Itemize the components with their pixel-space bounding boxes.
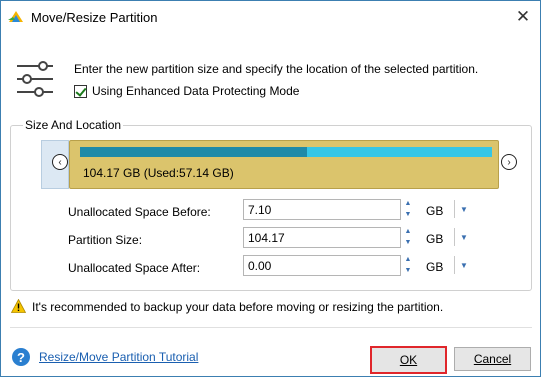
sliders-settings-icon	[17, 61, 53, 97]
spin-down-icon[interactable]: ▼	[405, 210, 412, 220]
unallocated-after-label: Unallocated Space After:	[68, 261, 201, 275]
move-resize-dialog: Move/Resize Partition ✕ Enter the new pa…	[0, 0, 541, 377]
unallocated-before-spinner[interactable]: ▲ ▼	[401, 199, 415, 220]
instruction-text: Enter the new partition size and specify…	[74, 62, 479, 76]
unit-dropdown-icon[interactable]: ▼	[460, 261, 468, 270]
unallocated-before-input[interactable]: 7.10	[243, 199, 401, 220]
unit-divider	[454, 256, 455, 274]
chevron-left-icon: ‹	[58, 156, 62, 168]
size-location-title: Size And Location	[23, 118, 124, 132]
unallocated-before-label: Unallocated Space Before:	[68, 205, 211, 219]
spin-up-icon[interactable]: ▲	[405, 227, 412, 237]
unit-divider	[454, 228, 455, 246]
move-right-button[interactable]: ›	[501, 154, 517, 170]
partition-size-unit: GB	[426, 232, 444, 246]
enhanced-mode-option[interactable]: Using Enhanced Data Protecting Mode	[74, 84, 299, 98]
tutorial-link[interactable]: Resize/Move Partition Tutorial	[39, 350, 198, 364]
enhanced-mode-label: Using Enhanced Data Protecting Mode	[92, 84, 300, 98]
warning-icon	[11, 299, 26, 313]
footer-divider	[10, 327, 532, 328]
unallocated-after-input[interactable]: 0.00	[243, 255, 401, 276]
window-title: Move/Resize Partition	[31, 10, 158, 25]
ok-button[interactable]: OK	[370, 346, 447, 374]
move-left-button[interactable]: ‹	[52, 154, 68, 170]
spin-up-icon[interactable]: ▲	[405, 199, 412, 209]
close-button[interactable]: ✕	[512, 6, 534, 28]
partition-size-input[interactable]: 104.17	[243, 227, 401, 248]
title-bar: Move/Resize Partition ✕	[1, 1, 540, 34]
spin-down-icon[interactable]: ▼	[405, 266, 412, 276]
unit-dropdown-icon[interactable]: ▼	[460, 233, 468, 242]
help-icon[interactable]: ?	[12, 348, 30, 366]
close-icon: ✕	[515, 7, 531, 26]
partition-size-label-field: Partition Size:	[68, 233, 143, 247]
app-logo-icon	[8, 11, 23, 22]
chevron-right-icon: ›	[507, 156, 511, 168]
cancel-button[interactable]: Cancel	[454, 347, 531, 371]
partition-size-label: 104.17 GB (Used:57.14 GB)	[83, 166, 234, 180]
used-space-bar	[80, 147, 307, 157]
unit-dropdown-icon[interactable]: ▼	[460, 205, 468, 214]
spin-up-icon[interactable]: ▲	[405, 255, 412, 265]
backup-warning-text: It's recommended to backup your data bef…	[32, 300, 444, 314]
partition-size-spinner[interactable]: ▲ ▼	[401, 227, 415, 248]
unallocated-after-unit: GB	[426, 260, 444, 274]
unallocated-after-spinner[interactable]: ▲ ▼	[401, 255, 415, 276]
unallocated-before-unit: GB	[426, 204, 444, 218]
unit-divider	[454, 200, 455, 218]
spin-down-icon[interactable]: ▼	[405, 238, 412, 248]
enhanced-mode-checkbox[interactable]	[74, 84, 87, 98]
